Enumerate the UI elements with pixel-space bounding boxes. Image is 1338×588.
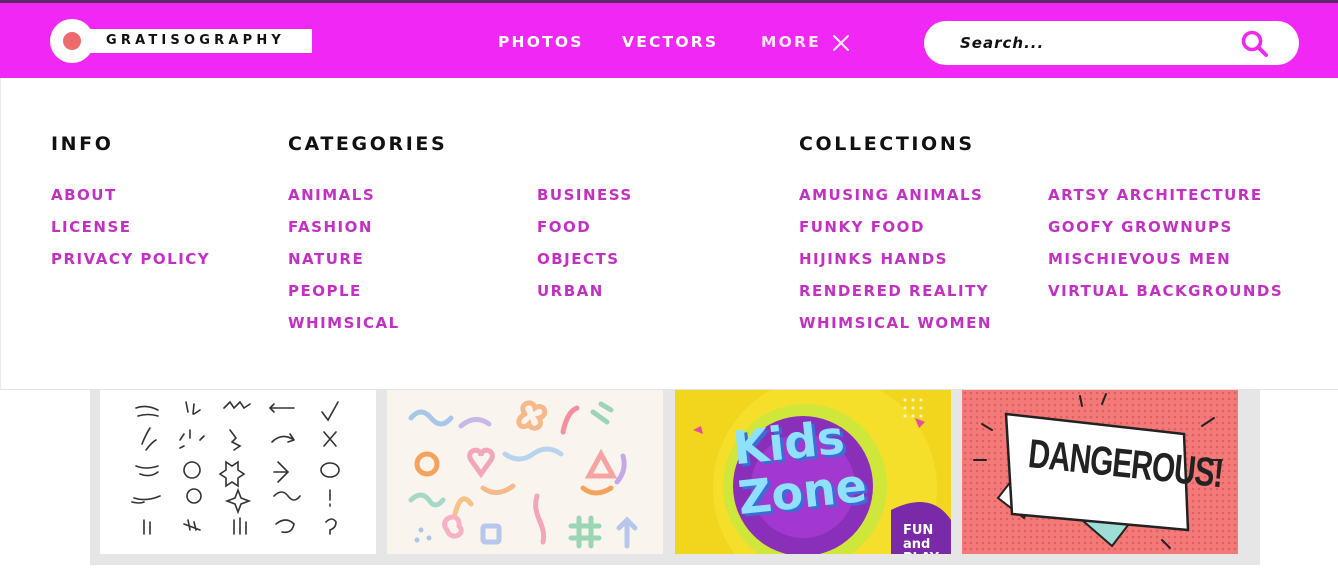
menu-title-collections: COLLECTIONS <box>799 133 975 155</box>
menu-link-fashion[interactable]: FASHION <box>288 218 373 236</box>
logo-text: GRATISOGRAPHY <box>106 33 286 48</box>
menu-link-goofy-grownups[interactable]: GOOFY GROWNUPS <box>1048 218 1233 236</box>
thumbnail-pastel-shapes[interactable] <box>387 390 663 554</box>
search-input[interactable] <box>960 31 1230 55</box>
menu-link-objects[interactable]: OBJECTS <box>537 250 620 268</box>
menu-link-artsy-architecture[interactable]: ARTSY ARCHITECTURE <box>1048 186 1263 204</box>
menu-link-whimsical[interactable]: WHIMSICAL <box>288 314 400 332</box>
menu-link-business[interactable]: BUSINESS <box>537 186 633 204</box>
menu-link-hijinks-hands[interactable]: HIJINKS HANDS <box>799 250 948 268</box>
close-icon[interactable] <box>832 34 850 52</box>
nav-photos[interactable]: PHOTOS <box>498 33 584 51</box>
menu-link-rendered-reality[interactable]: RENDERED REALITY <box>799 282 989 300</box>
nav-vectors[interactable]: VECTORS <box>622 33 718 51</box>
menu-link-nature[interactable]: NATURE <box>288 250 364 268</box>
menu-link-mischievous-men[interactable]: MISCHIEVOUS MEN <box>1048 250 1231 268</box>
menu-link-whimsical-women[interactable]: WHIMSICAL WOMEN <box>799 314 992 332</box>
logo-dot <box>63 32 81 50</box>
nav-more[interactable]: MORE <box>761 33 821 51</box>
thumbnail-kids-zone[interactable]: Kids Zone FUN and PLAY <box>675 390 951 554</box>
thumbnail-dangerous[interactable]: DANGEROUS! <box>962 390 1238 554</box>
menu-link-food[interactable]: FOOD <box>537 218 591 236</box>
menu-link-urban[interactable]: URBAN <box>537 282 604 300</box>
site-logo[interactable]: GRATISOGRAPHY <box>50 19 312 63</box>
menu-link-funky-food[interactable]: FUNKY FOOD <box>799 218 925 236</box>
logo-circle-icon <box>50 19 94 63</box>
thumbnail-doodle-marks[interactable] <box>100 390 376 554</box>
menu-link-license[interactable]: LICENSE <box>51 218 132 236</box>
menu-title-info: INFO <box>51 133 114 155</box>
menu-link-privacy-policy[interactable]: PRIVACY POLICY <box>51 250 210 268</box>
menu-link-about[interactable]: ABOUT <box>51 186 117 204</box>
menu-link-virtual-backgrounds[interactable]: VIRTUAL BACKGROUNDS <box>1048 282 1283 300</box>
doodle-marks-illustration <box>131 400 340 535</box>
menu-link-people[interactable]: PEOPLE <box>288 282 362 300</box>
menu-link-animals[interactable]: ANIMALS <box>288 186 375 204</box>
kids-zone-subtitle: FUN and PLAY <box>903 523 939 555</box>
search-icon[interactable] <box>1241 30 1269 58</box>
site-header: GRATISOGRAPHY PHOTOS VECTORS MORE <box>0 3 1338 78</box>
menu-link-amusing-animals[interactable]: AMUSING ANIMALS <box>799 186 983 204</box>
search-box <box>924 21 1299 65</box>
menu-title-categories: CATEGORIES <box>288 133 448 155</box>
pastel-shapes-illustration <box>408 400 638 549</box>
